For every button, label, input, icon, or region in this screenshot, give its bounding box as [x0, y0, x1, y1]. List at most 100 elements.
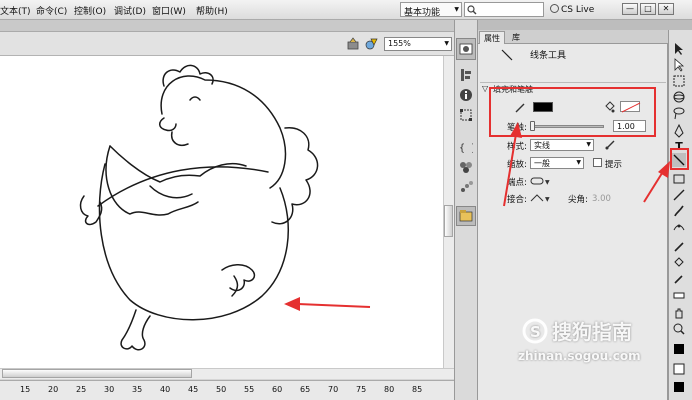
collapse-triangle-icon[interactable]: ▽ — [482, 84, 488, 93]
stroke-color-tool-icon[interactable] — [672, 342, 686, 356]
fill-color-tool-icon[interactable] — [672, 362, 686, 376]
watermark-brand: 搜狗指南 — [552, 320, 632, 344]
menu-help[interactable]: 帮助(H) — [196, 4, 228, 17]
cs-live-label: CS Live — [561, 5, 595, 15]
chevron-down-icon: ▼ — [586, 141, 591, 148]
scale-value: 一般 — [534, 159, 550, 168]
svg-text:▼: ▼ — [545, 196, 550, 203]
leg — [120, 309, 151, 351]
tab-library[interactable]: 库 — [508, 31, 524, 44]
ruler-tick: 45 — [188, 385, 199, 394]
deco-tool-icon[interactable] — [672, 220, 686, 234]
join-style-icon[interactable]: ▼ — [530, 193, 552, 203]
zoom-select[interactable]: 155% ▼ — [384, 37, 452, 51]
menu-control[interactable]: 控制(O) — [74, 4, 106, 17]
swap-colors-icon[interactable] — [672, 380, 686, 394]
ruler-tick: 20 — [48, 385, 59, 394]
hint-label: 提示 — [605, 160, 623, 170]
eyedropper-tool-icon[interactable] — [672, 272, 686, 286]
horizontal-scroll-thumb[interactable] — [2, 369, 192, 378]
zoom-tool-icon[interactable] — [672, 322, 686, 336]
maximize-icon: □ — [644, 4, 652, 13]
ruler-tick: 15 — [20, 385, 31, 394]
hand-tool-icon[interactable] — [672, 306, 686, 320]
pencil-tool-icon[interactable] — [672, 188, 686, 202]
stage-canvas[interactable] — [0, 56, 443, 368]
annotation-arrow — [284, 297, 371, 311]
cs-live-button[interactable]: CS Live — [550, 2, 614, 17]
free-transform-tool-icon[interactable] — [672, 74, 686, 88]
info-icon[interactable] — [459, 88, 473, 102]
miter-value[interactable]: 3.00 — [592, 194, 611, 204]
annotation-arrow-tools — [643, 161, 670, 203]
hint-checkbox[interactable] — [593, 158, 602, 167]
ruler-tick: 85 — [412, 385, 423, 394]
svg-text:{ }: { } — [459, 143, 473, 154]
tab-properties[interactable]: 属性 — [479, 31, 505, 44]
bone-tool-icon[interactable] — [672, 240, 686, 254]
miter-label: 尖角: — [568, 195, 588, 205]
3d-rotation-tool-icon[interactable] — [672, 90, 686, 104]
wing-detail — [149, 185, 193, 199]
menu-text[interactable]: 文本(T) — [0, 4, 31, 17]
ruler-tick: 75 — [356, 385, 367, 394]
transform-icon[interactable] — [459, 108, 473, 122]
wattle — [170, 131, 189, 146]
chevron-down-icon: ▼ — [454, 6, 459, 13]
ruler-tick: 25 — [76, 385, 87, 394]
paint-bucket-tool-icon[interactable] — [672, 256, 686, 270]
workspace-switcher[interactable]: 基本功能 ▼ — [400, 2, 462, 18]
chevron-down-icon: ▼ — [576, 159, 581, 166]
chevron-down-icon: ▼ — [444, 40, 449, 47]
back-feathers — [271, 127, 319, 225]
menu-debug[interactable]: 调试(D) — [114, 4, 146, 17]
ruler-tick: 70 — [328, 385, 339, 394]
stroke-scale-select[interactable]: 一般 ▼ — [530, 157, 584, 169]
color-swatch-panel-icon[interactable] — [459, 42, 473, 56]
components-icon[interactable] — [459, 160, 473, 174]
wing-stub — [221, 264, 256, 292]
motion-presets-icon[interactable] — [459, 180, 473, 194]
pen-tool-icon[interactable] — [672, 124, 686, 138]
search-icon — [467, 5, 477, 15]
close-button[interactable]: ✕ — [658, 3, 674, 15]
ruler-tick: 55 — [244, 385, 255, 394]
sogou-logo-icon: S — [522, 318, 548, 343]
edit-symbol-icon[interactable] — [365, 37, 379, 51]
wing-stub-detail — [231, 275, 239, 297]
align-panel-icon[interactable] — [459, 68, 473, 82]
divider — [480, 82, 666, 83]
left-foot — [79, 195, 103, 226]
eraser-tool-icon[interactable] — [672, 288, 686, 302]
menu-command[interactable]: 命令(C) — [36, 4, 67, 17]
ruler-tick: 40 — [160, 385, 171, 394]
cap-style-icon[interactable]: ▼ — [530, 176, 552, 186]
edit-scene-icon[interactable] — [347, 37, 361, 51]
style-value: 实线 — [534, 141, 550, 150]
line-stroke — [97, 166, 269, 207]
minimize-icon: — — [626, 4, 634, 13]
stroke-style-select[interactable]: 实线 ▼ — [530, 139, 594, 151]
minimize-button[interactable]: — — [622, 3, 638, 15]
menu-window[interactable]: 窗口(W) — [152, 4, 186, 17]
ruler-tick: 50 — [216, 385, 227, 394]
subselection-tool-icon[interactable] — [672, 58, 686, 72]
ruler-tick: 30 — [104, 385, 115, 394]
workspace-label: 基本功能 — [404, 8, 441, 18]
tools-title-bar — [668, 20, 692, 30]
lasso-tool-icon[interactable] — [672, 106, 686, 120]
line-tool-button-icon[interactable] — [672, 153, 686, 167]
selection-tool-icon[interactable] — [672, 42, 686, 56]
tool-title: 线条工具 — [530, 51, 567, 61]
code-snippets-icon[interactable]: { } — [459, 140, 473, 154]
cs-live-icon — [550, 4, 559, 13]
rectangle-tool-icon[interactable] — [672, 172, 686, 186]
maximize-button[interactable]: □ — [640, 3, 656, 15]
zoom-value: 155% — [388, 39, 411, 48]
edit-stroke-style-icon[interactable] — [604, 139, 616, 151]
help-search-input[interactable] — [464, 2, 544, 17]
vertical-scroll-thumb[interactable] — [444, 205, 453, 237]
svg-text:▼: ▼ — [545, 179, 550, 186]
brush-tool-icon[interactable] — [672, 204, 686, 218]
wing-top — [109, 145, 247, 183]
